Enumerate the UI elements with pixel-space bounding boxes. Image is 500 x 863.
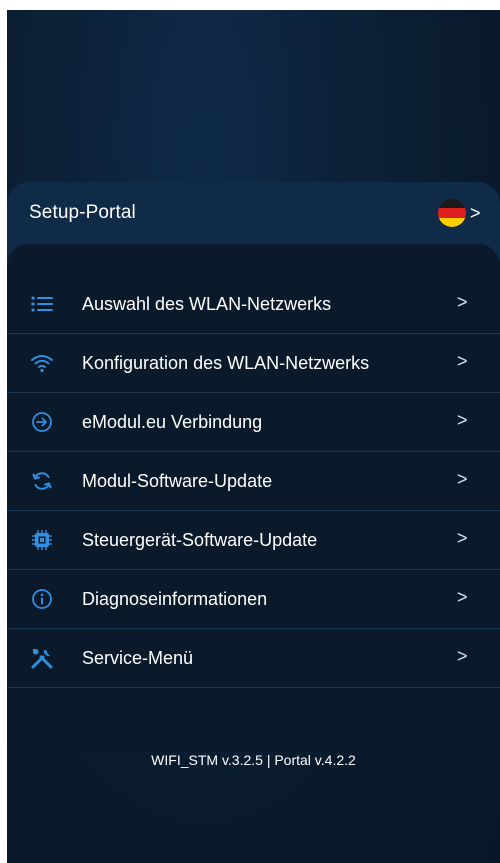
menu-item-module-update[interactable]: Modul-Software-Update > [7,452,500,511]
menu-item-service[interactable]: Service-Menü > [7,629,500,688]
portal-header: Setup-Portal > [7,182,500,244]
menu-panel: Auswahl des WLAN-Netzwerks > Konfigurati… [7,244,500,752]
menu-item-wifi-selection[interactable]: Auswahl des WLAN-Netzwerks > [7,275,500,334]
chevron-right-icon: > [457,292,468,312]
chevron-right-icon: > [457,351,468,371]
chevron-right-icon: > [457,646,468,666]
menu-item-label: eModul.eu Verbindung [82,412,263,432]
menu-item-wifi-configuration[interactable]: Konfiguration des WLAN-Netzwerks > [7,334,500,393]
menu-item-label: Konfiguration des WLAN-Netzwerks [82,353,370,373]
chevron-right-icon: > [457,587,468,607]
menu-item-label: Modul-Software-Update [82,471,273,491]
info-icon [29,586,55,612]
refresh-icon [29,468,55,494]
chevron-right-icon: > [470,203,481,223]
language-selector[interactable]: > [438,196,496,230]
menu-item-controller-update[interactable]: Steuergerät-Software-Update > [7,511,500,570]
version-info: WIFI_STM v.3.2.5 | Portal v.4.2.2 [151,752,356,768]
chip-icon [29,527,55,553]
arrow-circle-icon [29,409,55,435]
chevron-right-icon: > [457,528,468,548]
menu-item-label: Auswahl des WLAN-Netzwerks [82,294,332,314]
app-screen: Setup-Portal > Auswahl des WLAN-Netzwerk… [7,10,500,863]
menu-item-label: Service-Menü [82,648,194,668]
menu-list: Auswahl des WLAN-Netzwerks > Konfigurati… [7,275,500,688]
menu-item-label: Steuergerät-Software-Update [82,530,318,550]
chevron-right-icon: > [457,469,468,489]
chevron-right-icon: > [457,410,468,430]
list-icon [29,291,55,317]
menu-item-diagnostics[interactable]: Diagnoseinformationen > [7,570,500,629]
page-title: Setup-Portal [29,202,136,223]
menu-item-emodul-connection[interactable]: eModul.eu Verbindung > [7,393,500,452]
setup-portal-card: Setup-Portal > Auswahl des WLAN-Netzwerk… [7,182,500,752]
tools-icon [29,645,55,671]
wifi-icon [29,350,55,376]
menu-item-label: Diagnoseinformationen [82,589,268,609]
germany-flag-icon [438,199,466,227]
